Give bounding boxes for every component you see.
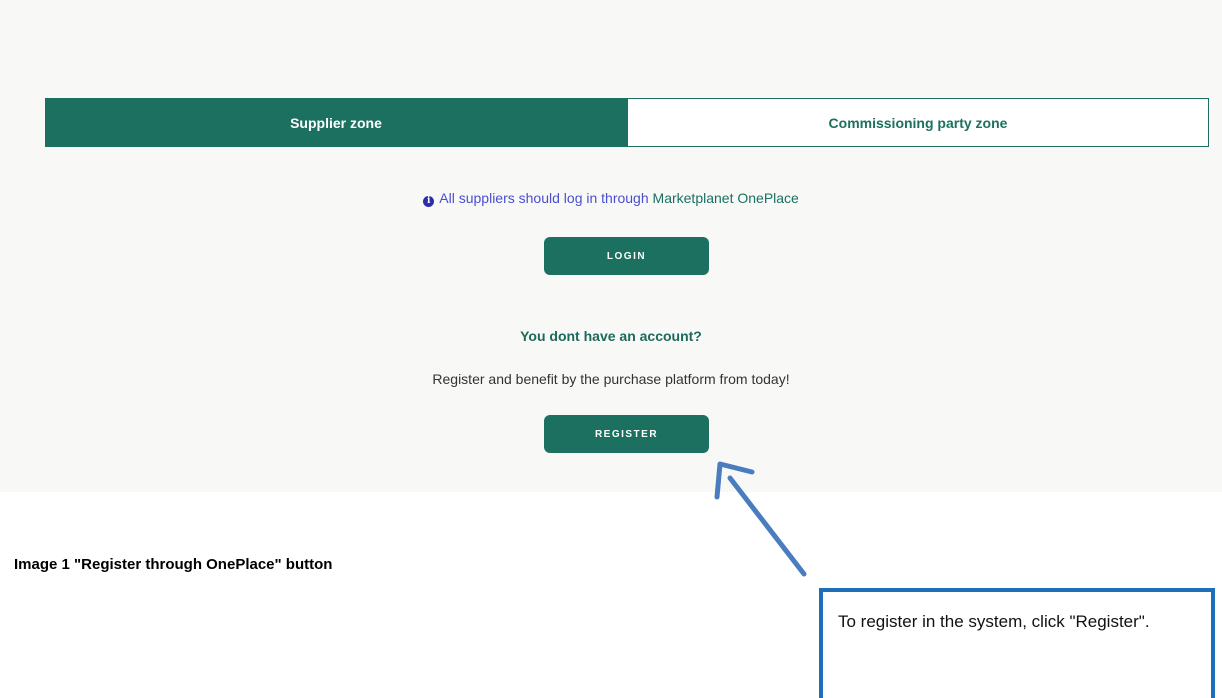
info-text: All suppliers should log in through [439, 190, 649, 206]
zone-tabs: Supplier zone Commissioning party zone [45, 98, 1209, 147]
tab-supplier-zone[interactable]: Supplier zone [45, 98, 627, 147]
info-icon: i [423, 196, 435, 207]
supplier-login-screenshot: Supplier zone Commissioning party zone i… [0, 0, 1222, 492]
no-account-heading: You dont have an account? [520, 328, 702, 344]
oneplace-info-notice: i All suppliers should log in through Ma… [0, 190, 1222, 207]
image-caption: Image 1 "Register through OnePlace" butt… [14, 556, 333, 573]
register-button[interactable]: REGISTER [544, 415, 709, 453]
register-benefit-text: Register and benefit by the purchase pla… [432, 371, 790, 387]
tab-commissioning-party-zone[interactable]: Commissioning party zone [627, 98, 1209, 147]
callout-text: To register in the system, click "Regist… [838, 612, 1150, 631]
login-button[interactable]: LOGIN [544, 237, 709, 275]
instruction-callout: To register in the system, click "Regist… [819, 588, 1215, 698]
marketplanet-oneplace-link[interactable]: Marketplanet OnePlace [653, 190, 799, 206]
